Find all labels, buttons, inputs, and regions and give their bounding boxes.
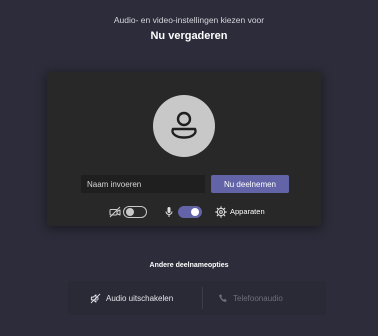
prejoin-screen: Audio- en video-instellingen kiezen voor… [0,0,378,336]
other-options-heading: Andere deelnameopties [149,262,229,269]
audio-off-label: Audio uitschakelen [106,293,174,303]
microphone-icon [165,207,173,217]
page-title: Nu vergaderen [150,30,228,42]
avatar [153,95,215,157]
page-subtitle: Audio- en video-instellingen kiezen voor [113,15,265,25]
microphone-toggle-knob [191,208,199,216]
camera-toggle[interactable] [123,206,147,218]
video-preview-card: Nu deelnemen [47,72,321,226]
phone-audio-label: Telefoonaudio [233,293,283,303]
name-input[interactable] [81,175,205,193]
join-now-button[interactable]: Nu deelnemen [211,175,289,193]
camera-off-icon [109,206,121,218]
phone-audio-option[interactable]: Telefoonaudio [218,281,283,315]
device-controls: Apparaten [47,204,321,220]
person-icon [171,111,197,139]
gear-icon[interactable] [215,206,227,218]
devices-button[interactable]: Apparaten [230,207,265,216]
microphone-toggle[interactable] [178,206,202,218]
options-divider [202,287,203,309]
phone-icon [219,294,227,302]
camera-toggle-knob [126,208,134,216]
audio-off-option[interactable]: Audio uitschakelen [90,281,173,315]
other-options-bar: Audio uitschakelen Telefoonaudio [68,281,326,315]
speaker-off-icon [90,293,101,303]
